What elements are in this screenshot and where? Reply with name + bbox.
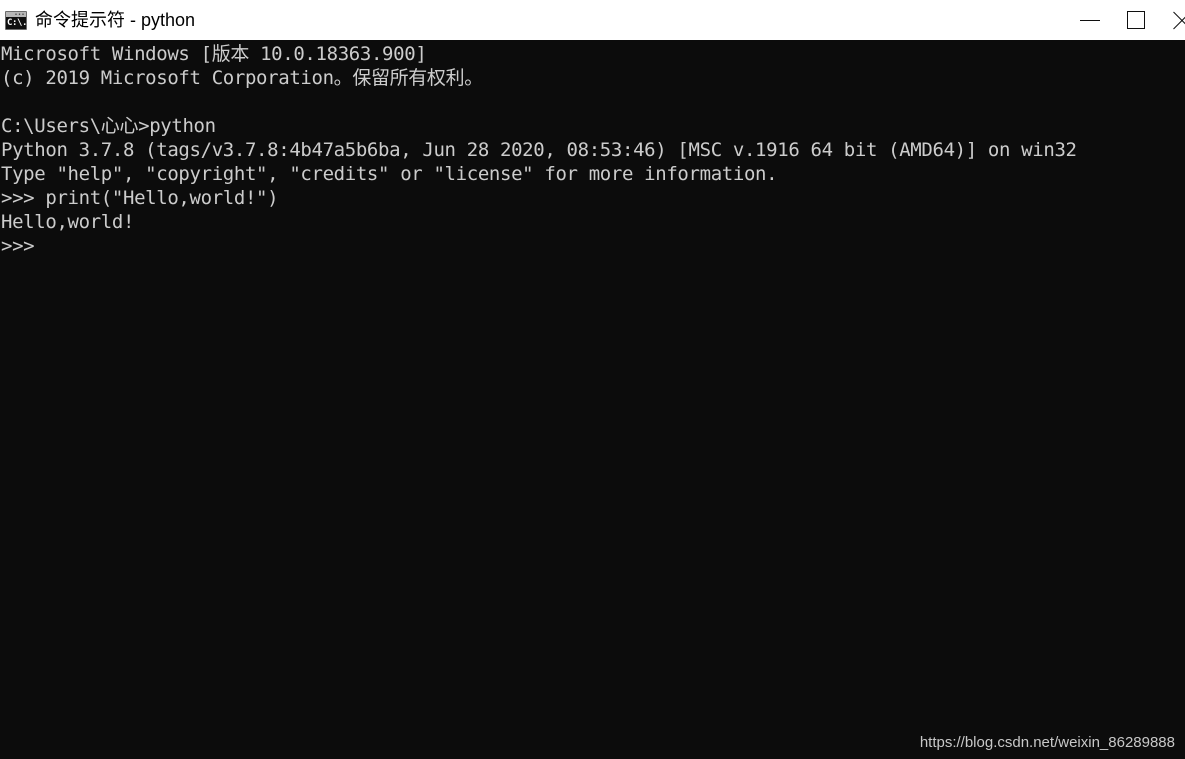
cmd-icon-glyph: C:\. <box>7 17 27 28</box>
window-title: 命令提示符 - python <box>35 10 196 30</box>
cmd-prompt-icon[interactable]: ••• C:\. <box>5 10 27 30</box>
console-output-area[interactable]: Microsoft Windows [版本 10.0.18363.900] (c)… <box>0 40 1185 759</box>
minimize-icon <box>1080 20 1100 21</box>
console-line: >>> <box>1 235 35 257</box>
maximize-icon <box>1127 11 1145 29</box>
maximize-button[interactable] <box>1113 0 1159 40</box>
console-line: (c) 2019 Microsoft Corporation。保留所有权利。 <box>1 67 483 89</box>
title-bar-left: ••• C:\. 命令提示符 - python <box>0 9 1185 31</box>
console-line: Type "help", "copyright", "credits" or "… <box>1 163 778 185</box>
console-line-list: Microsoft Windows [版本 10.0.18363.900] (c)… <box>0 40 1077 258</box>
command-prompt-window: ••• C:\. 命令提示符 - python Microsoft Window… <box>0 0 1185 759</box>
close-button[interactable] <box>1159 0 1185 40</box>
console-line: Hello,world! <box>1 211 135 233</box>
window-controls <box>1067 0 1185 40</box>
console-line: >>> print("Hello,world!") <box>1 187 279 209</box>
console-line: C:\Users\心心>python <box>1 115 216 137</box>
title-bar[interactable]: ••• C:\. 命令提示符 - python <box>0 0 1185 40</box>
minimize-button[interactable] <box>1067 0 1113 40</box>
watermark: https://blog.csdn.net/weixin_86289888 <box>919 734 1175 751</box>
console-line: Microsoft Windows [版本 10.0.18363.900] <box>1 43 427 65</box>
console-line: Python 3.7.8 (tags/v3.7.8:4b47a5b6ba, Ju… <box>1 139 1077 161</box>
